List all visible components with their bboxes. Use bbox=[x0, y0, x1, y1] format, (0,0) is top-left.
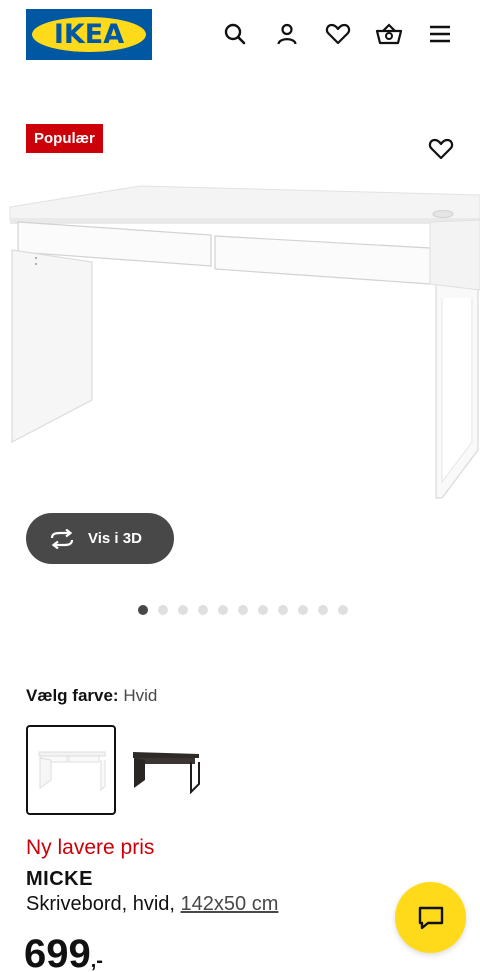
search-icon[interactable] bbox=[218, 17, 252, 51]
carousel-dot[interactable] bbox=[298, 605, 308, 615]
header: IKEA bbox=[0, 0, 480, 70]
carousel-dot[interactable] bbox=[198, 605, 208, 615]
price-suffix: ,- bbox=[90, 950, 103, 972]
product-description-text: Skrivebord, hvid, bbox=[26, 893, 175, 915]
logo-text: IKEA bbox=[53, 19, 125, 50]
basket-icon[interactable] bbox=[372, 17, 406, 51]
carousel-dots bbox=[138, 605, 348, 615]
view-3d-button[interactable]: Vis i 3D bbox=[26, 513, 174, 564]
carousel-dot[interactable] bbox=[338, 605, 348, 615]
carousel-dot[interactable] bbox=[238, 605, 248, 615]
carousel-dot[interactable] bbox=[158, 605, 168, 615]
menu-icon[interactable] bbox=[423, 17, 457, 51]
color-label-title: Vælg farve: bbox=[26, 686, 119, 705]
white-desk-thumbnail bbox=[38, 751, 106, 792]
new-lower-price-label: Ny lavere pris bbox=[26, 836, 155, 859]
favourite-button[interactable] bbox=[423, 131, 459, 167]
price-value: 699 bbox=[24, 932, 91, 972]
heart-icon bbox=[428, 138, 454, 160]
product-size-link[interactable]: 142x50 cm bbox=[181, 893, 279, 915]
chat-button[interactable] bbox=[395, 882, 466, 953]
product-price: 699,- bbox=[24, 932, 103, 972]
product-description: Skrivebord, hvid, 142x50 cm bbox=[26, 893, 278, 916]
carousel-dot[interactable] bbox=[258, 605, 268, 615]
color-label: Vælg farve: Hvid bbox=[26, 686, 157, 706]
heart-icon[interactable] bbox=[321, 17, 355, 51]
carousel-dot[interactable] bbox=[218, 605, 228, 615]
black-brown-desk-thumbnail bbox=[133, 752, 200, 794]
carousel-dot[interactable] bbox=[178, 605, 188, 615]
product-image[interactable] bbox=[0, 180, 480, 510]
color-value: Hvid bbox=[123, 686, 158, 705]
swatch-white[interactable] bbox=[26, 725, 116, 815]
ikea-logo[interactable]: IKEA bbox=[26, 9, 152, 60]
carousel-dot[interactable] bbox=[318, 605, 328, 615]
swatch-black-brown[interactable] bbox=[120, 725, 210, 815]
account-icon[interactable] bbox=[270, 17, 304, 51]
carousel-dot[interactable] bbox=[278, 605, 288, 615]
product-name: MICKE bbox=[26, 868, 93, 890]
rotate-3d-icon bbox=[50, 528, 74, 549]
carousel-dot[interactable] bbox=[138, 605, 148, 615]
chat-icon bbox=[418, 906, 443, 929]
popular-badge: Populær bbox=[26, 124, 103, 153]
view-3d-label: Vis i 3D bbox=[88, 530, 142, 547]
